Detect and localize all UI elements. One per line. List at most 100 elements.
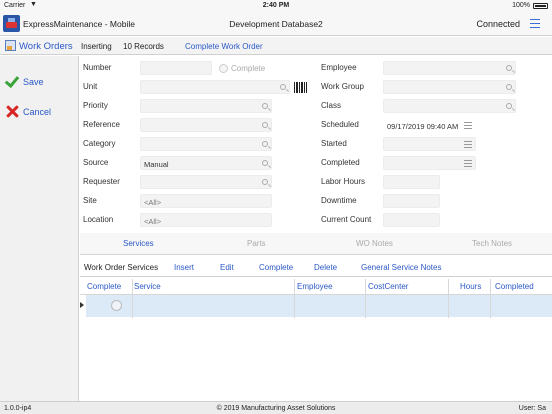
- unit-label: Unit: [83, 82, 98, 91]
- work-group-label: Work Group: [321, 82, 364, 91]
- insert-service-button[interactable]: Insert: [174, 263, 194, 272]
- cancel-button[interactable]: Cancel: [6, 104, 76, 120]
- copyright-label: © 2019 Manufacturing Asset Solutions: [216, 405, 336, 412]
- downtime-label: Downtime: [321, 196, 357, 205]
- services-grid: Complete Service Employee CostCenter Hou…: [80, 278, 552, 400]
- site-field[interactable]: <All>: [140, 194, 272, 208]
- class-label: Class: [321, 101, 342, 110]
- column-divider: [294, 279, 295, 318]
- scheduled-value: 09/17/2019 09:40 AM: [387, 122, 459, 131]
- grid-header: Complete Service Employee CostCenter Hou…: [80, 278, 552, 295]
- started-label: Started: [321, 139, 347, 148]
- search-icon[interactable]: [280, 84, 286, 90]
- number-label: Number: [83, 63, 112, 72]
- record-count: 10 Records: [123, 42, 164, 51]
- number-field[interactable]: [140, 61, 212, 75]
- general-service-notes-button[interactable]: General Service Notes: [361, 263, 441, 272]
- started-field[interactable]: [383, 137, 476, 151]
- priority-field[interactable]: [140, 99, 272, 113]
- class-field[interactable]: [383, 99, 516, 113]
- barcode-icon[interactable]: [294, 82, 307, 93]
- date-picker-icon[interactable]: [464, 122, 472, 129]
- reference-label: Reference: [83, 120, 120, 129]
- column-divider: [132, 279, 133, 318]
- tab-tech-notes[interactable]: Tech Notes: [472, 239, 512, 248]
- tab-wo-notes[interactable]: WO Notes: [356, 239, 393, 248]
- date-picker-icon[interactable]: [464, 160, 472, 167]
- column-completed[interactable]: Completed: [495, 282, 534, 291]
- work-order-form: Number Complete Unit Priority Reference …: [80, 56, 552, 231]
- hamburger-menu-icon[interactable]: [530, 19, 540, 29]
- column-employee[interactable]: Employee: [297, 282, 333, 291]
- source-field[interactable]: Manual: [140, 156, 272, 170]
- complete-service-button[interactable]: Complete: [259, 263, 293, 272]
- search-icon[interactable]: [262, 141, 268, 147]
- app-title-bar: ExpressMaintenance - Mobile Development …: [0, 12, 552, 36]
- downtime-field[interactable]: [383, 194, 440, 208]
- unit-field[interactable]: [140, 80, 290, 94]
- table-row[interactable]: [86, 295, 552, 317]
- footer-bar: 1.0.0-ip4 © 2019 Manufacturing Asset Sol…: [0, 401, 552, 414]
- services-title: Work Order Services: [84, 263, 159, 272]
- user-label: User: Sa: [518, 405, 546, 412]
- connection-status: Connected: [476, 19, 520, 29]
- complete-work-order-button[interactable]: Complete Work Order: [185, 42, 263, 51]
- column-divider: [490, 279, 491, 318]
- work-orders-module-button[interactable]: Work Orders: [19, 41, 73, 52]
- search-icon[interactable]: [262, 103, 268, 109]
- reference-field[interactable]: [140, 118, 272, 132]
- complete-radio[interactable]: [219, 64, 228, 73]
- battery-percent: 100%: [512, 2, 530, 9]
- tab-parts[interactable]: Parts: [247, 239, 266, 248]
- completed-label: Completed: [321, 158, 360, 167]
- scheduled-field[interactable]: 09/17/2019 09:40 AM: [383, 118, 476, 132]
- column-complete[interactable]: Complete: [87, 282, 121, 291]
- checkmark-icon: [4, 72, 20, 89]
- save-button[interactable]: Save: [4, 72, 76, 90]
- complete-label: Complete: [231, 64, 266, 73]
- work-group-field[interactable]: [383, 80, 516, 94]
- status-time: 2:40 PM: [262, 2, 290, 9]
- location-field[interactable]: <All>: [140, 213, 272, 227]
- edit-service-button[interactable]: Edit: [220, 263, 234, 272]
- record-mode: Inserting: [81, 42, 112, 51]
- search-icon[interactable]: [262, 179, 268, 185]
- priority-label: Priority: [83, 101, 108, 110]
- current-count-field[interactable]: [383, 213, 440, 227]
- category-label: Category: [83, 139, 116, 148]
- requester-field[interactable]: [140, 175, 272, 189]
- ios-status-bar: Carrier ▼ 2:40 PM 100%: [0, 0, 552, 12]
- requester-label: Requester: [83, 177, 120, 186]
- current-count-label: Current Count: [321, 215, 372, 224]
- services-toolbar: Work Order Services Insert Edit Complete…: [80, 257, 552, 277]
- employee-field[interactable]: [383, 61, 516, 75]
- cancel-label: Cancel: [23, 107, 52, 117]
- search-icon[interactable]: [262, 160, 268, 166]
- column-costcenter[interactable]: CostCenter: [368, 282, 408, 291]
- row-complete-radio[interactable]: [111, 300, 122, 311]
- scheduled-label: Scheduled: [321, 120, 359, 129]
- save-label: Save: [23, 77, 44, 87]
- source-value: Manual: [144, 160, 169, 169]
- detail-tabs: Services Parts WO Notes Tech Notes: [80, 233, 552, 255]
- column-hours[interactable]: Hours: [460, 282, 481, 291]
- completed-field[interactable]: [383, 156, 476, 170]
- tab-services[interactable]: Services: [123, 239, 154, 248]
- action-sidebar: Save Cancel: [0, 56, 79, 401]
- search-icon[interactable]: [506, 103, 512, 109]
- database-name: Development Database2: [229, 19, 323, 29]
- source-label: Source: [83, 158, 109, 167]
- category-field[interactable]: [140, 137, 272, 151]
- location-label: Location: [83, 215, 114, 224]
- search-icon[interactable]: [506, 84, 512, 90]
- labor-hours-field[interactable]: [383, 175, 440, 189]
- column-service[interactable]: Service: [134, 282, 161, 291]
- date-picker-icon[interactable]: [464, 141, 472, 148]
- labor-hours-label: Labor Hours: [321, 177, 366, 186]
- close-icon: [6, 105, 19, 118]
- search-icon[interactable]: [262, 122, 268, 128]
- delete-service-button[interactable]: Delete: [314, 263, 337, 272]
- battery-icon: [533, 3, 548, 9]
- search-icon[interactable]: [506, 65, 512, 71]
- column-divider: [365, 279, 366, 318]
